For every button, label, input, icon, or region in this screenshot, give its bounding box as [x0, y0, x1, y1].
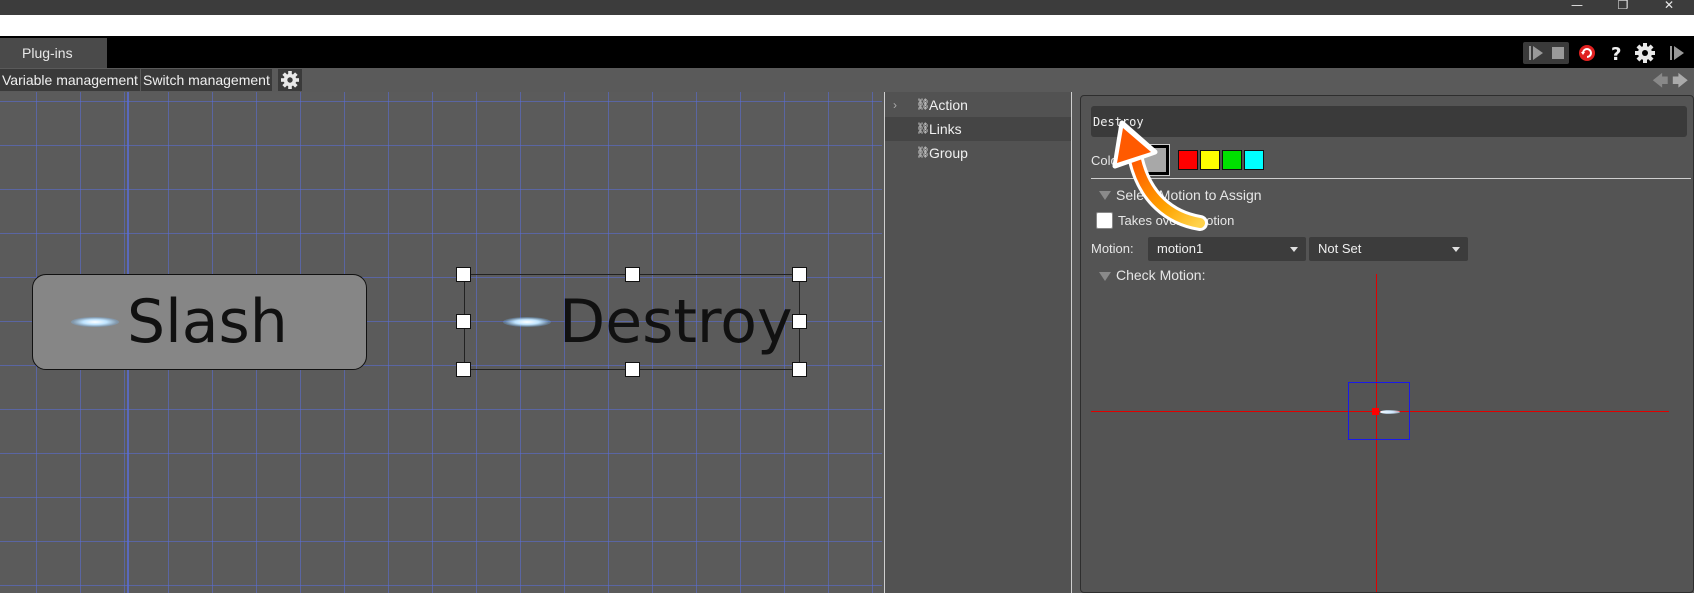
resize-handle-se[interactable]	[792, 362, 807, 377]
properties-panel: Color: Select Motion to Assign Takes ove…	[1080, 95, 1694, 593]
play-icon	[1670, 46, 1684, 60]
switch-management-button[interactable]: Switch management	[141, 69, 272, 91]
settings-button[interactable]	[1634, 42, 1656, 64]
svg-text:?: ?	[1611, 44, 1621, 63]
link-icon: ⛓	[916, 123, 930, 135]
title-bar: — ❐ ✕	[0, 0, 1694, 15]
undo-icon	[1579, 45, 1595, 61]
name-input[interactable]	[1091, 106, 1687, 137]
sub-toolbar: Variable management Switch management 🡄 …	[0, 68, 1694, 92]
tree-item-label: Group	[929, 145, 968, 161]
color-swatch-2[interactable]	[1178, 150, 1198, 170]
restore-button[interactable]: ❐	[1608, 0, 1638, 15]
tree-item-links[interactable]: ⛓ Links	[885, 117, 1071, 141]
tree-item-group[interactable]: ⛓ Group	[885, 141, 1071, 165]
subbar-settings-button[interactable]	[278, 69, 302, 91]
close-button[interactable]: ✕	[1654, 0, 1684, 15]
select-motion-heading: Select Motion to Assign	[1116, 187, 1262, 203]
link-icon: ⛓	[916, 99, 930, 111]
resize-handle-n[interactable]	[625, 267, 640, 282]
variable-management-button[interactable]: Variable management	[0, 69, 140, 91]
node-slash[interactable]: Slash	[32, 274, 367, 370]
takes-over-label: Takes over a motion	[1118, 213, 1235, 228]
takes-over-checkbox[interactable]	[1096, 212, 1113, 229]
color-label: Color:	[1091, 153, 1126, 168]
motion-select[interactable]: motion1	[1148, 237, 1306, 261]
color-swatch-5[interactable]	[1244, 150, 1264, 170]
minimize-button[interactable]: —	[1562, 0, 1592, 15]
chevron-down-icon	[1290, 247, 1298, 252]
color-swatch-4[interactable]	[1222, 150, 1242, 170]
menu-tab-plugins[interactable]: Plug-ins	[0, 38, 107, 68]
origin-marker	[1372, 408, 1379, 415]
tree-item-action[interactable]: › ⛓ Action	[885, 93, 1071, 117]
run-button[interactable]	[1666, 42, 1688, 64]
effect-icon	[503, 317, 551, 327]
resize-handle-e[interactable]	[792, 314, 807, 329]
gear-icon	[281, 71, 299, 89]
collapse-triangle-icon[interactable]	[1099, 191, 1111, 200]
tree-item-label: Links	[929, 121, 962, 137]
secondary-select[interactable]: Not Set	[1309, 237, 1468, 261]
back-arrow-icon[interactable]: 🡄	[1652, 70, 1669, 97]
tree-item-label: Action	[929, 97, 968, 113]
header-strip	[0, 15, 1694, 36]
forward-arrow-icon[interactable]: 🡆	[1672, 70, 1689, 97]
resize-handle-ne[interactable]	[792, 267, 807, 282]
secondary-select-value: Not Set	[1318, 241, 1362, 256]
effect-sprite	[1380, 410, 1400, 414]
play-step-icon[interactable]	[1523, 42, 1569, 64]
color-swatch-3[interactable]	[1200, 150, 1220, 170]
resize-handle-sw[interactable]	[456, 362, 471, 377]
node-label: Destroy	[559, 287, 793, 357]
playback-controls	[1523, 42, 1569, 64]
resize-handle-s[interactable]	[625, 362, 640, 377]
chevron-right-icon[interactable]: ›	[893, 93, 897, 117]
undo-button[interactable]	[1576, 42, 1598, 64]
minimize-icon: —	[1571, 0, 1583, 12]
node-canvas[interactable]: Slash Destroy	[0, 92, 882, 593]
preview-bounding-box	[1348, 382, 1410, 440]
color-swatch-1[interactable]	[1138, 144, 1170, 176]
node-destroy[interactable]: Destroy	[464, 274, 800, 370]
chevron-down-icon	[1452, 247, 1460, 252]
help-icon: ?	[1611, 44, 1621, 63]
restore-icon: ❐	[1617, 0, 1629, 12]
resize-handle-nw[interactable]	[456, 267, 471, 282]
gear-icon	[1635, 43, 1655, 63]
motion-select-value: motion1	[1157, 241, 1204, 256]
node-tree-panel: › ⛓ Action ⛓ Links ⛓ Group	[884, 92, 1072, 593]
motion-preview[interactable]	[1091, 274, 1687, 592]
motion-label: Motion:	[1091, 241, 1134, 256]
app-window: — ❐ ✕ Plug-ins ? Variable management Swi…	[0, 0, 1694, 593]
menu-bar: Plug-ins ?	[0, 36, 1694, 68]
help-button[interactable]: ?	[1606, 42, 1628, 64]
node-label: Slash	[127, 287, 288, 357]
link-icon: ⛓	[916, 147, 930, 159]
effect-icon	[71, 317, 119, 327]
close-icon: ✕	[1663, 0, 1675, 12]
resize-handle-w[interactable]	[456, 314, 471, 329]
divider	[1091, 178, 1691, 179]
